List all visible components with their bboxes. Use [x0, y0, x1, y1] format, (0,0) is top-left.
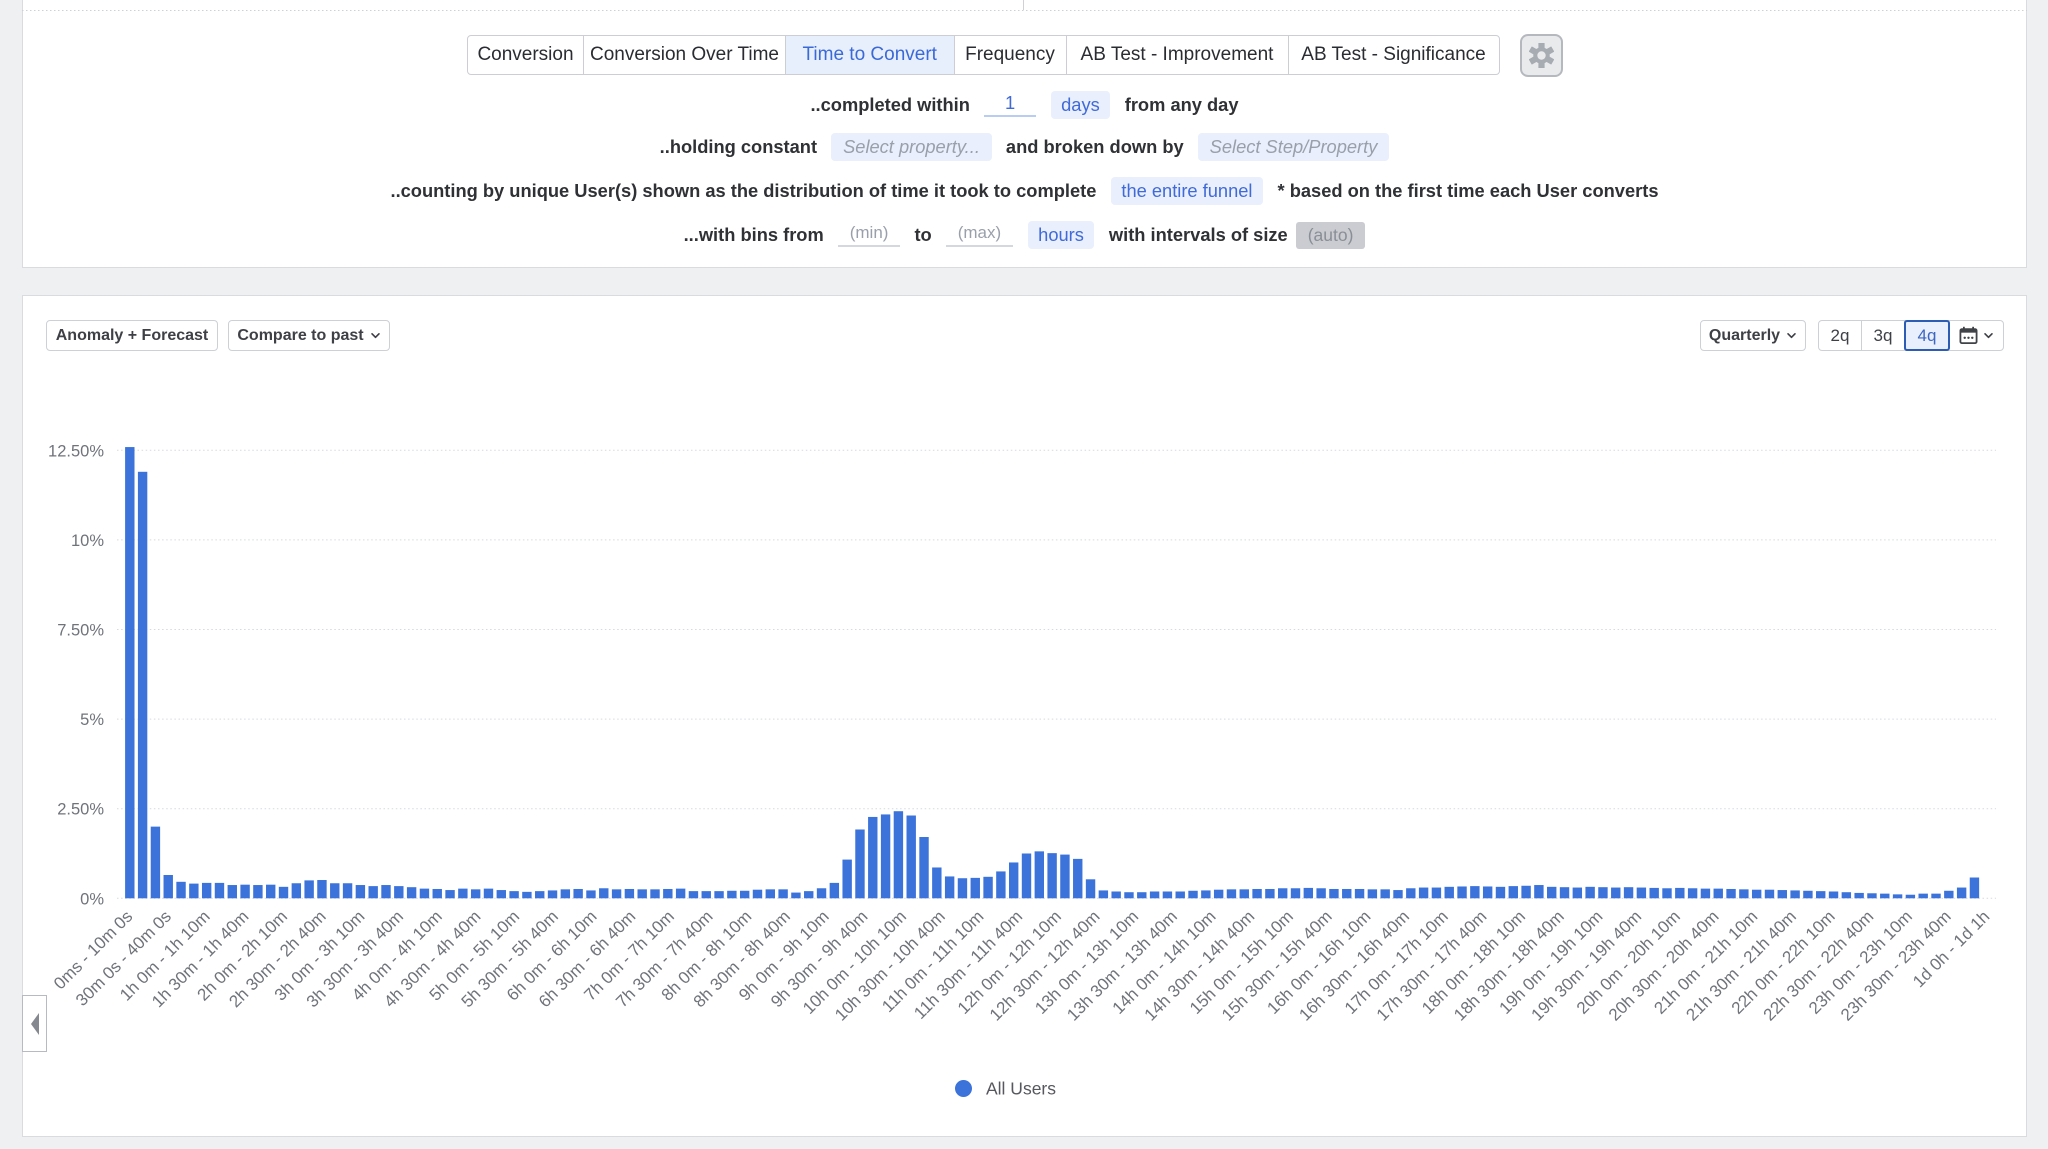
svg-text:7.50%: 7.50%: [57, 622, 104, 640]
svg-text:2.50%: 2.50%: [57, 801, 104, 819]
svg-text:All Users: All Users: [986, 1079, 1056, 1099]
svg-text:12.50%: 12.50%: [48, 442, 104, 460]
svg-text:5%: 5%: [80, 711, 104, 729]
svg-text:10%: 10%: [71, 532, 104, 550]
svg-text:0%: 0%: [80, 890, 104, 908]
